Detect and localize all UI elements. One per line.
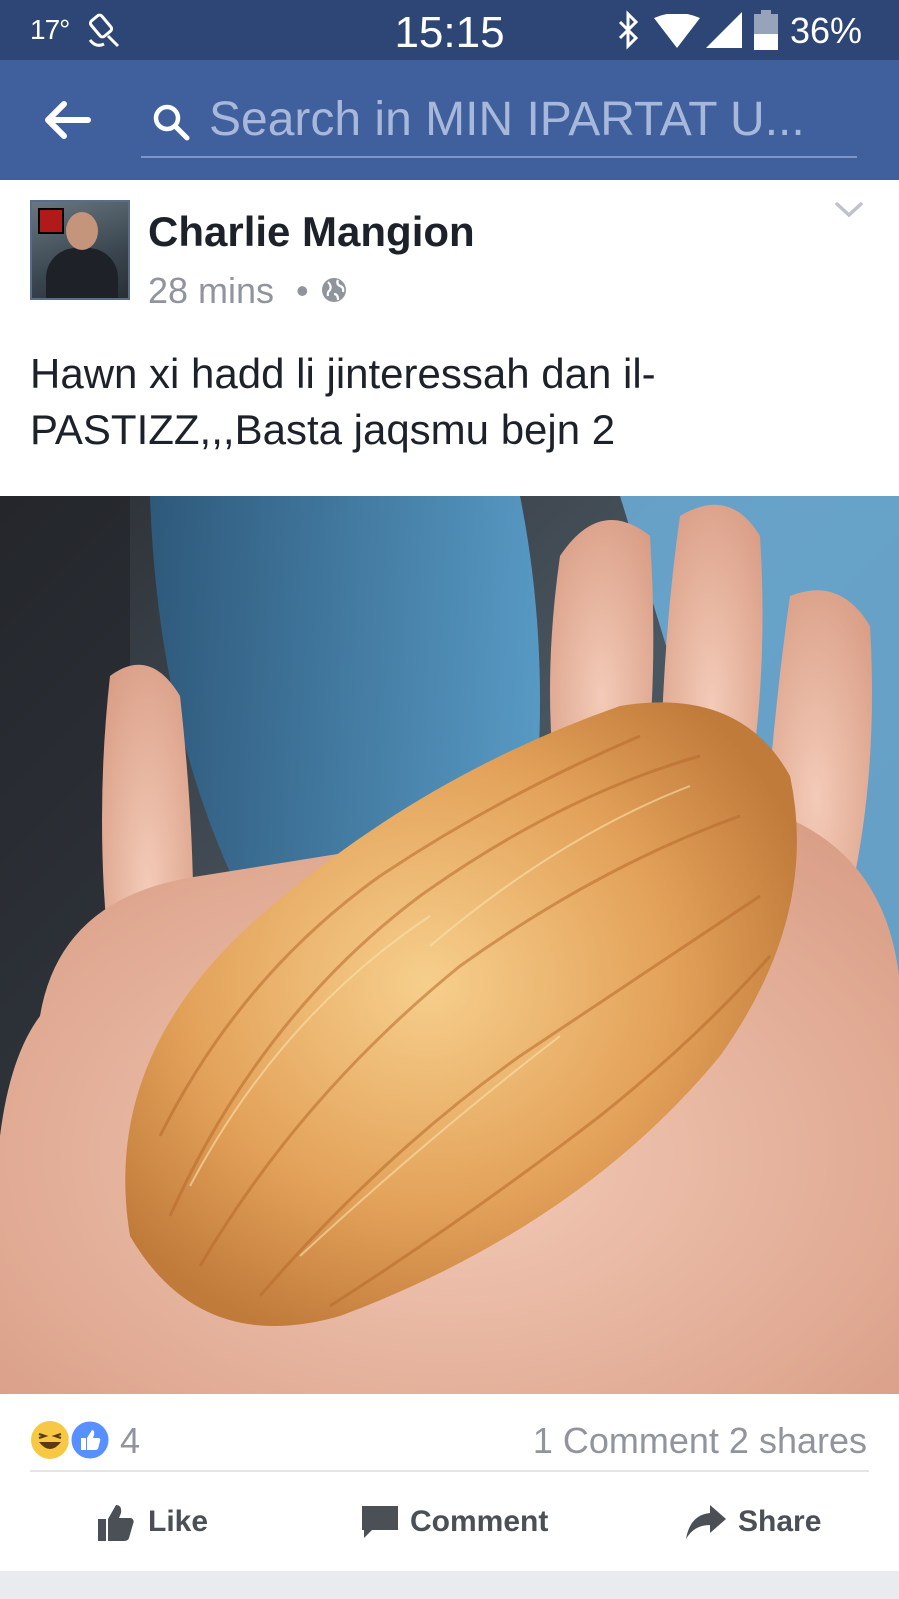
post-card: Charlie Mangion 28 mins • Hawn xi hadd l…: [0, 180, 899, 1571]
search-icon: [153, 104, 190, 141]
avatar-badge: [38, 208, 64, 234]
avatar[interactable]: [30, 200, 130, 300]
avatar-face: [66, 212, 98, 250]
haha-reaction-icon: [31, 1421, 69, 1459]
reaction-count: 4: [120, 1420, 141, 1461]
like-reaction-icon: [68, 1418, 112, 1462]
like-label: Like: [148, 1505, 209, 1538]
comments-count[interactable]: 1 Comment: [533, 1420, 719, 1461]
comment-button[interactable]: Comment: [362, 1476, 548, 1568]
thumbs-up-icon: [98, 1505, 134, 1541]
meta-separator: •: [296, 270, 309, 311]
post-text-line: Hawn xi hadd li jinteressah dan il-: [30, 350, 656, 397]
engagement-summary: 1 Comment 2 shares: [533, 1420, 867, 1462]
search-header: Search in MIN IPARTAT U...: [0, 60, 899, 180]
battery-percentage: 36%: [790, 10, 863, 51]
like-button[interactable]: Like: [98, 1476, 208, 1568]
chevron-down-icon[interactable]: [834, 200, 864, 220]
bluetooth-icon: [618, 10, 639, 50]
post-text: Hawn xi hadd li jinteressah dan il- PAST…: [30, 346, 870, 458]
divider: [30, 1470, 869, 1472]
post-text-line: PASTIZZ,,,Basta jaqsmu bejn 2: [30, 406, 616, 453]
avatar-body: [46, 248, 118, 298]
share-arrow-icon: [686, 1505, 726, 1539]
post-photo[interactable]: [0, 496, 899, 1394]
author-name[interactable]: Charlie Mangion: [148, 208, 475, 256]
share-label: Share: [738, 1505, 822, 1538]
search-placeholder: Search in MIN IPARTAT U...: [209, 93, 805, 146]
signal-icon: [706, 12, 742, 48]
share-button[interactable]: Share: [686, 1476, 821, 1568]
back-arrow-icon[interactable]: [40, 96, 92, 144]
status-bar: 17° 15:15 36%: [0, 0, 899, 60]
wifi-icon: [654, 14, 700, 48]
comment-label: Comment: [410, 1505, 549, 1538]
post-timestamp[interactable]: 28 mins: [148, 270, 274, 312]
comment-icon: [362, 1506, 398, 1538]
globe-icon: [322, 278, 346, 302]
battery-icon: [754, 10, 778, 50]
shares-count[interactable]: 2 shares: [729, 1420, 867, 1461]
search-input[interactable]: Search in MIN IPARTAT U...: [141, 86, 857, 158]
